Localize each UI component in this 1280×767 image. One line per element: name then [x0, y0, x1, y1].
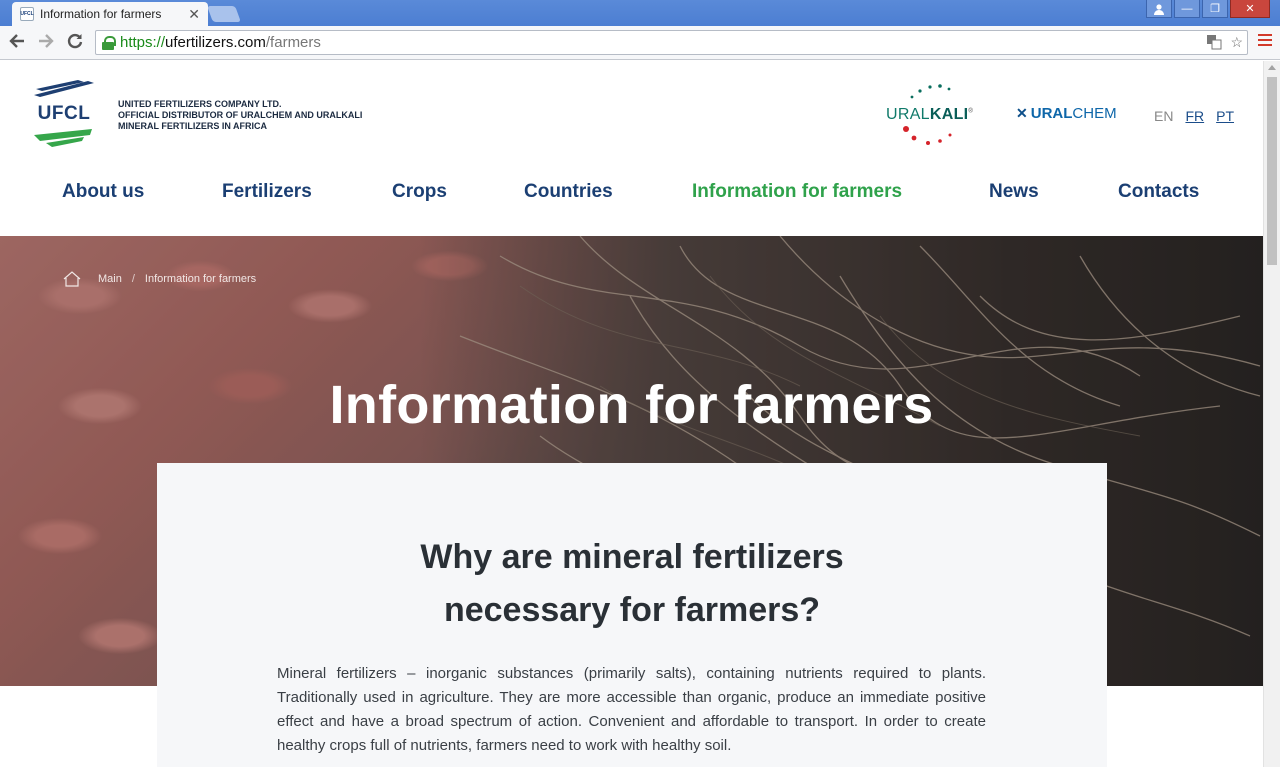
uralchem-wordmark: URALCHEM — [1030, 105, 1117, 122]
article-title-line-1: Why are mineral fertilizers — [420, 538, 844, 576]
breadcrumb-main-link[interactable]: Main — [98, 273, 122, 285]
article-title-line-2: necessary for farmers? — [443, 591, 821, 629]
company-tagline: UNITED FERTILIZERS COMPANY LTD. OFFICIAL… — [118, 99, 362, 132]
nav-about-us[interactable]: About us — [62, 181, 144, 203]
tab-title: Information for farmers — [40, 7, 162, 21]
url-path: /farmers — [265, 34, 321, 51]
nav-countries[interactable]: Countries — [524, 181, 613, 203]
lang-fr-link[interactable]: FR — [1185, 108, 1204, 124]
tab-close-icon[interactable]: ✕ — [188, 7, 200, 21]
restore-button[interactable]: ❐ — [1202, 0, 1228, 18]
uralchem-mark-icon: ✕ — [1016, 105, 1028, 121]
article-card: Why are mineral fertilizers necessary fo… — [157, 463, 1107, 767]
close-window-button[interactable]: ✕ — [1230, 0, 1270, 18]
nav-news[interactable]: News — [989, 181, 1039, 203]
new-tab-button[interactable] — [207, 6, 241, 22]
url-scheme: https:// — [120, 34, 166, 51]
back-icon[interactable] — [8, 32, 26, 55]
browser-toolbar: https:// ufertilizers.com /farmers ☆ — [0, 26, 1280, 60]
uralchem-logo[interactable]: ✕ URALCHEM — [1016, 105, 1117, 122]
user-icon[interactable] — [1146, 0, 1172, 18]
lock-icon — [102, 35, 116, 50]
page-title: Information for farmers — [329, 375, 934, 435]
breadcrumb-current: Information for farmers — [144, 273, 257, 285]
translate-icon[interactable] — [1206, 34, 1222, 53]
minimize-button[interactable]: — — [1174, 0, 1200, 18]
scrollbar-thumb[interactable] — [1267, 77, 1277, 265]
nav-fertilizers[interactable]: Fertilizers — [222, 181, 312, 203]
web-page: UFCL UNITED FERTILIZERS COMPANY LTD. OFF… — [0, 61, 1263, 767]
forward-icon[interactable] — [37, 32, 55, 55]
reload-icon[interactable] — [66, 32, 84, 55]
lang-en: EN — [1154, 108, 1174, 124]
nav-contacts[interactable]: Contacts — [1118, 181, 1199, 203]
company-line-2: OFFICIAL DISTRIBUTOR OF URALCHEM AND URA… — [118, 110, 363, 120]
logo-text: UFCL — [37, 103, 91, 124]
ufcl-logo[interactable]: UFCL — [32, 79, 96, 149]
lang-pt-link[interactable]: PT — [1216, 108, 1234, 124]
page-scrollbar[interactable] — [1263, 61, 1280, 767]
article-title: Why are mineral fertilizers necessary fo… — [157, 531, 1107, 637]
browser-tab[interactable]: UFCL Information for farmers ✕ — [12, 2, 208, 26]
nav-information-for-farmers[interactable]: Information for farmers — [692, 181, 902, 203]
bookmark-star-icon[interactable]: ☆ — [1230, 34, 1243, 53]
window-titlebar: UFCL Information for farmers ✕ — ❐ ✕ — [0, 0, 1280, 26]
breadcrumb: Main / Information for farmers — [62, 271, 256, 287]
uralkali-logo[interactable]: URALKALI® — [884, 83, 980, 147]
language-switcher: EN FR PT — [1154, 108, 1234, 124]
home-icon[interactable] — [62, 271, 82, 287]
scroll-up-icon[interactable] — [1268, 65, 1276, 70]
address-bar[interactable]: https:// ufertilizers.com /farmers ☆ — [95, 30, 1248, 55]
article-body: Mineral fertilizers – inorganic substanc… — [277, 665, 986, 754]
nav-crops[interactable]: Crops — [392, 181, 447, 203]
company-line-3: MINERAL FERTILIZERS IN AFRICA — [118, 121, 267, 131]
breadcrumb-separator: / — [131, 273, 135, 285]
favicon: UFCL — [20, 7, 34, 21]
company-line-1: UNITED FERTILIZERS COMPANY LTD. — [118, 99, 282, 109]
url-host: ufertilizers.com — [165, 34, 266, 51]
chrome-menu-icon[interactable] — [1258, 34, 1272, 46]
uralkali-wordmark: URALKALI® — [886, 106, 974, 123]
main-navigation: About us Fertilizers Crops Countries Inf… — [0, 179, 1263, 235]
